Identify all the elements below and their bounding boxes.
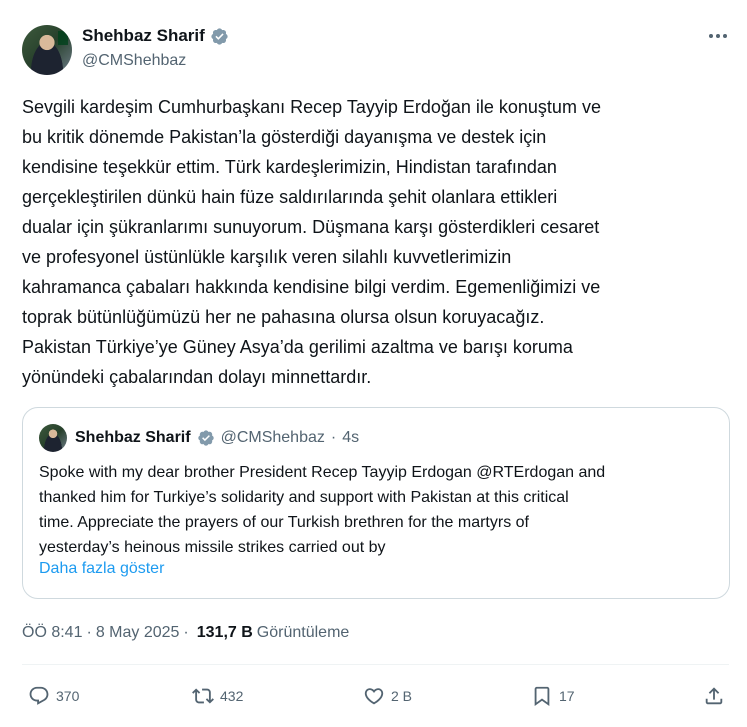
divider [22, 664, 729, 665]
quoted-tweet[interactable]: Shehbaz Sharif @CMShehbaz · 4s Spoke wit… [22, 407, 730, 599]
tweet-date[interactable]: 8 May 2025 [96, 624, 180, 642]
bookmark-count: 17 [559, 688, 575, 704]
view-count-label: Görüntüleme [256, 624, 350, 641]
tweet-header: Shehbaz Sharif @CMShehbaz [22, 22, 729, 78]
retweet-button[interactable]: 432 [192, 680, 243, 712]
retweet-icon [192, 688, 214, 704]
quoted-separator: · [330, 429, 337, 446]
bookmark-button[interactable]: 17 [531, 680, 575, 712]
reply-icon [29, 686, 49, 705]
verified-badge-icon [197, 430, 214, 446]
heart-icon [364, 688, 384, 705]
like-count: 2 B [391, 688, 413, 704]
show-more-link[interactable]: Daha fazla göster [39, 560, 164, 578]
quoted-author-avatar [39, 424, 67, 452]
quoted-timestamp[interactable]: 4s [342, 429, 359, 447]
tweet-time[interactable]: ÖÖ 8:41 [22, 624, 82, 642]
action-bar: 370 432 2 B 17 [22, 680, 729, 712]
meta-separator: · [86, 624, 92, 641]
quoted-tweet-text: Spoke with my dear brother President Rec… [39, 464, 606, 556]
author-info: Shehbaz Sharif @CMShehbaz [82, 26, 229, 70]
like-button[interactable]: 2 B [363, 680, 412, 712]
share-button[interactable] [703, 680, 725, 712]
quoted-author-name: Shehbaz Sharif [75, 429, 191, 446]
view-count: 131,7 B [196, 624, 253, 641]
meta-separator-2: · [183, 624, 189, 641]
author-name[interactable]: Shehbaz Sharif [82, 26, 205, 46]
verified-badge-icon [211, 27, 228, 45]
quoted-author-handle: @CMShehbaz [220, 429, 325, 446]
quoted-tweet-header: Shehbaz Sharif @CMShehbaz · 4s [39, 424, 359, 452]
reply-count: 370 [56, 688, 80, 704]
share-icon [705, 687, 723, 705]
tweet-text: Sevgili kardeşim Cumhurbaşkanı Recep Tay… [22, 97, 601, 387]
author-avatar[interactable] [22, 25, 72, 75]
reply-button[interactable]: 370 [28, 680, 79, 712]
author-handle[interactable]: @CMShehbaz [82, 52, 229, 70]
more-icon[interactable] [707, 28, 729, 44]
tweet-meta: ÖÖ 8:41 · 8 May 2025 · 131,7 B Görüntüle… [22, 624, 349, 642]
bookmark-icon [534, 686, 550, 707]
retweet-count: 432 [220, 688, 244, 704]
